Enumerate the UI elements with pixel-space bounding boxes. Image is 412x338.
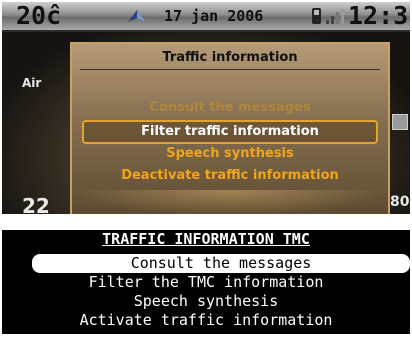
mono-display-panel: TRAFFIC INFORMATION TMC Consult the mess… xyxy=(2,230,410,334)
menu-item-deactivate-traffic-information[interactable]: Deactivate traffic information xyxy=(82,166,378,186)
background-side-button xyxy=(392,114,408,130)
mono-item-activate-traffic-information[interactable]: Activate traffic information xyxy=(2,311,410,330)
title-divider xyxy=(80,69,380,70)
traffic-information-dialog: Traffic information Consult the messages… xyxy=(70,42,390,214)
clock-readout: 12:3 xyxy=(348,2,409,30)
menu-item-filter-traffic-information[interactable]: Filter traffic information xyxy=(82,120,378,144)
background-temperature-value: 22 xyxy=(22,194,50,214)
mono-item-filter-tmc-information[interactable]: Filter the TMC information xyxy=(2,273,410,292)
date-readout: 17 jan 2006 xyxy=(164,7,264,25)
mono-item-consult-messages[interactable]: Consult the messages xyxy=(32,254,410,273)
temperature-readout: 20ĉ xyxy=(16,2,62,30)
signal-strength-icon xyxy=(326,9,344,28)
decorative-curve xyxy=(72,190,388,214)
status-bar: 20ĉ 17 jan 2006 12:3 xyxy=(2,2,410,32)
menu-item-speech-synthesis[interactable]: Speech synthesis xyxy=(82,144,378,164)
color-display-panel: 20ĉ 17 jan 2006 12:3 Air 22 80 Traffic i… xyxy=(2,2,410,214)
menu-item-consult-messages: Consult the messages xyxy=(149,100,311,115)
phone-icon xyxy=(312,8,321,28)
mono-menu-title: TRAFFIC INFORMATION TMC xyxy=(102,230,310,248)
navigation-icon xyxy=(126,8,148,28)
mono-item-speech-synthesis[interactable]: Speech synthesis xyxy=(2,292,410,311)
background-air-label: Air xyxy=(22,76,42,90)
background-right-value: 80 xyxy=(390,194,410,210)
dialog-title: Traffic information xyxy=(162,50,298,65)
